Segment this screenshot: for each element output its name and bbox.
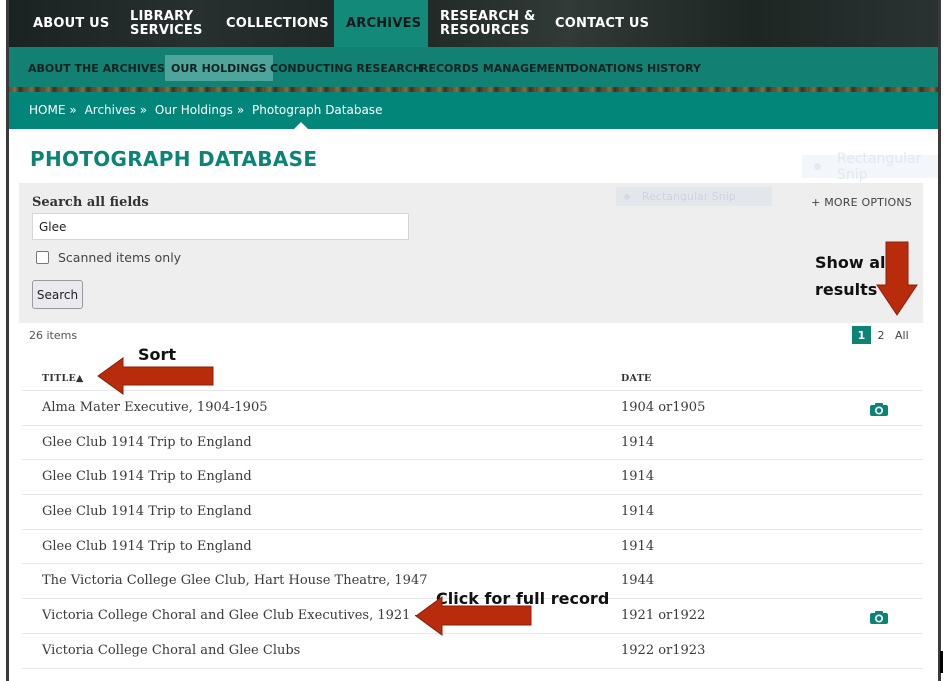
screenshot-right-border-end xyxy=(940,651,943,673)
table-row[interactable]: Alma Mater Executive, 1904-1905 1904 or19… xyxy=(22,391,923,426)
record-title-link[interactable]: Glee Club 1914 Trip to England xyxy=(42,504,252,519)
scanned-items-only-option[interactable]: Scanned items only xyxy=(36,250,181,265)
record-date: 1914 xyxy=(621,469,655,485)
breadcrumb-separator: » xyxy=(236,103,245,117)
snip-tool-ghost-overlay: Rectangular Snip xyxy=(802,151,938,183)
sub-navigation: ABOUT THE ARCHIVES OUR HOLDINGS CONDUCTI… xyxy=(9,47,938,87)
record-title-link[interactable]: Victoria College Choral and Glee Club Ex… xyxy=(42,608,456,623)
annotation-arrow-left-icon-2 xyxy=(415,596,532,636)
record-title-link[interactable]: Alma Mater Executive, 1904-1905 xyxy=(42,400,268,415)
snip-tool-ghost-overlay-2: Rectangular Snip xyxy=(616,187,772,206)
table-row[interactable]: Glee Club 1914 Trip to England 1914 xyxy=(22,426,923,461)
page: ABOUT US LIBRARY SERVICES COLLECTIONS ARC… xyxy=(9,0,938,681)
table-row[interactable]: Glee Club 1914 Trip to England 1914 xyxy=(22,495,923,530)
nav-collections[interactable]: COLLECTIONS xyxy=(226,0,329,47)
breadcrumb-separator: » xyxy=(69,103,77,117)
table-row[interactable]: Glee Club 1914 Trip to England 1914 xyxy=(22,460,923,496)
record-date: 1922 or1923 xyxy=(621,642,706,658)
subnav-history-label: HISTORY xyxy=(647,61,701,75)
subnav-conducting-research-label: CONDUCTING RESEARCH xyxy=(270,61,423,75)
subnav-about-the-archives-label: ABOUT THE ARCHIVES xyxy=(28,61,165,75)
subnav-history[interactable]: HISTORY xyxy=(641,55,707,81)
screenshot-right-border xyxy=(938,0,941,681)
more-options-link[interactable]: + MORE OPTIONS xyxy=(811,196,912,209)
result-count: 26 items xyxy=(29,329,78,342)
nav-contact-us[interactable]: CONTACT US xyxy=(555,0,649,47)
scanned-items-only-label: Scanned items only xyxy=(58,250,182,265)
subnav-records-management[interactable]: RECORDS MANAGEMENT xyxy=(414,55,578,81)
table-row[interactable]: Victoria College Choral and Glee Clubs 19… xyxy=(22,634,923,669)
breadcrumb-our-holdings[interactable]: Our Holdings xyxy=(155,103,233,117)
nav-about-us[interactable]: ABOUT US xyxy=(33,0,110,47)
snip-ghost-label-2: Rectangular Snip xyxy=(642,190,736,203)
nav-library-services-line2: SERVICES xyxy=(130,22,203,38)
snip-ghost-label: Rectangular Snip xyxy=(837,150,922,183)
subnav-conducting-research[interactable]: CONDUCTING RESEARCH xyxy=(264,55,428,81)
subnav-our-holdings-label: OUR HOLDINGS xyxy=(171,61,267,75)
sort-by-title-header[interactable]: TITLE▲ xyxy=(42,373,84,384)
nav-archives[interactable]: ARCHIVES xyxy=(334,0,428,47)
record-title-link[interactable]: Glee Club 1914 Trip to England xyxy=(42,469,252,484)
breadcrumb-archives[interactable]: Archives xyxy=(85,103,136,117)
record-date: 1921 or1922 xyxy=(621,608,706,624)
record-title-link[interactable]: The Victoria College Glee Club, Hart Hou… xyxy=(42,573,428,588)
nav-research-resources[interactable]: RESEARCH & RESOURCES xyxy=(440,0,536,47)
page-1-button[interactable]: 1 xyxy=(852,326,871,344)
nav-research-line1: RESEARCH & xyxy=(440,8,536,24)
record-date: 1944 xyxy=(621,573,655,589)
screenshot-left-border xyxy=(0,0,9,681)
search-panel: Rectangular Snip Search all fields Scann… xyxy=(19,183,923,323)
record-date: 1914 xyxy=(621,504,655,520)
record-title-link[interactable]: Victoria College Choral and Glee Clubs xyxy=(42,643,300,658)
subnav-about-the-archives[interactable]: ABOUT THE ARCHIVES xyxy=(22,55,171,81)
sort-by-date-header[interactable]: DATE xyxy=(621,373,652,384)
table-row[interactable]: Glee Club 1914 Trip to England 1914 xyxy=(22,530,923,565)
annotation-arrow-left-icon xyxy=(97,357,214,395)
breadcrumb-home[interactable]: HOME xyxy=(29,103,65,117)
record-title-link[interactable]: Glee Club 1914 Trip to England xyxy=(42,435,252,450)
show-all-button[interactable]: All xyxy=(895,326,909,344)
subnav-records-management-label: RECORDS MANAGEMENT xyxy=(420,61,572,75)
subnav-donations-label: DONATIONS xyxy=(570,61,644,75)
nav-library-services[interactable]: LIBRARY SERVICES xyxy=(130,0,203,47)
search-input[interactable] xyxy=(32,213,409,240)
nav-contact-us-label: CONTACT US xyxy=(555,15,650,31)
subnav-donations[interactable]: DONATIONS xyxy=(564,55,649,81)
camera-icon[interactable] xyxy=(870,609,888,625)
camera-icon[interactable] xyxy=(870,401,888,416)
annotation-arrow-down-icon xyxy=(876,241,918,316)
nav-collections-label: COLLECTIONS xyxy=(226,15,329,31)
record-date: 1914 xyxy=(621,538,655,554)
breadcrumb: HOME» Archives» Our Holdings» Photograph… xyxy=(29,103,386,117)
main-navigation: ABOUT US LIBRARY SERVICES COLLECTIONS ARC… xyxy=(9,0,938,47)
search-button[interactable]: Search xyxy=(32,280,83,309)
search-all-fields-label: Search all fields xyxy=(32,195,149,210)
subnav-our-holdings[interactable]: OUR HOLDINGS xyxy=(165,55,273,81)
breadcrumb-current-page: Photograph Database xyxy=(252,103,383,117)
record-title-link[interactable]: Glee Club 1914 Trip to England xyxy=(42,539,252,554)
record-date: 1904 or1905 xyxy=(621,400,706,415)
breadcrumb-pointer-icon xyxy=(294,122,308,129)
scanned-items-only-checkbox[interactable] xyxy=(36,251,49,264)
breadcrumb-bar: HOME» Archives» Our Holdings» Photograph… xyxy=(9,92,938,129)
breadcrumb-separator: » xyxy=(139,103,148,117)
page-title: PHOTOGRAPH DATABASE xyxy=(30,147,318,171)
nav-archives-label: ARCHIVES xyxy=(346,15,422,31)
nav-library-services-line1: LIBRARY xyxy=(130,8,194,24)
nav-about-us-label: ABOUT US xyxy=(33,15,110,31)
nav-research-line2: RESOURCES xyxy=(440,22,530,38)
pagination: 1 2 All xyxy=(852,326,909,344)
page-2-button[interactable]: 2 xyxy=(871,326,891,344)
record-date: 1914 xyxy=(621,434,655,450)
